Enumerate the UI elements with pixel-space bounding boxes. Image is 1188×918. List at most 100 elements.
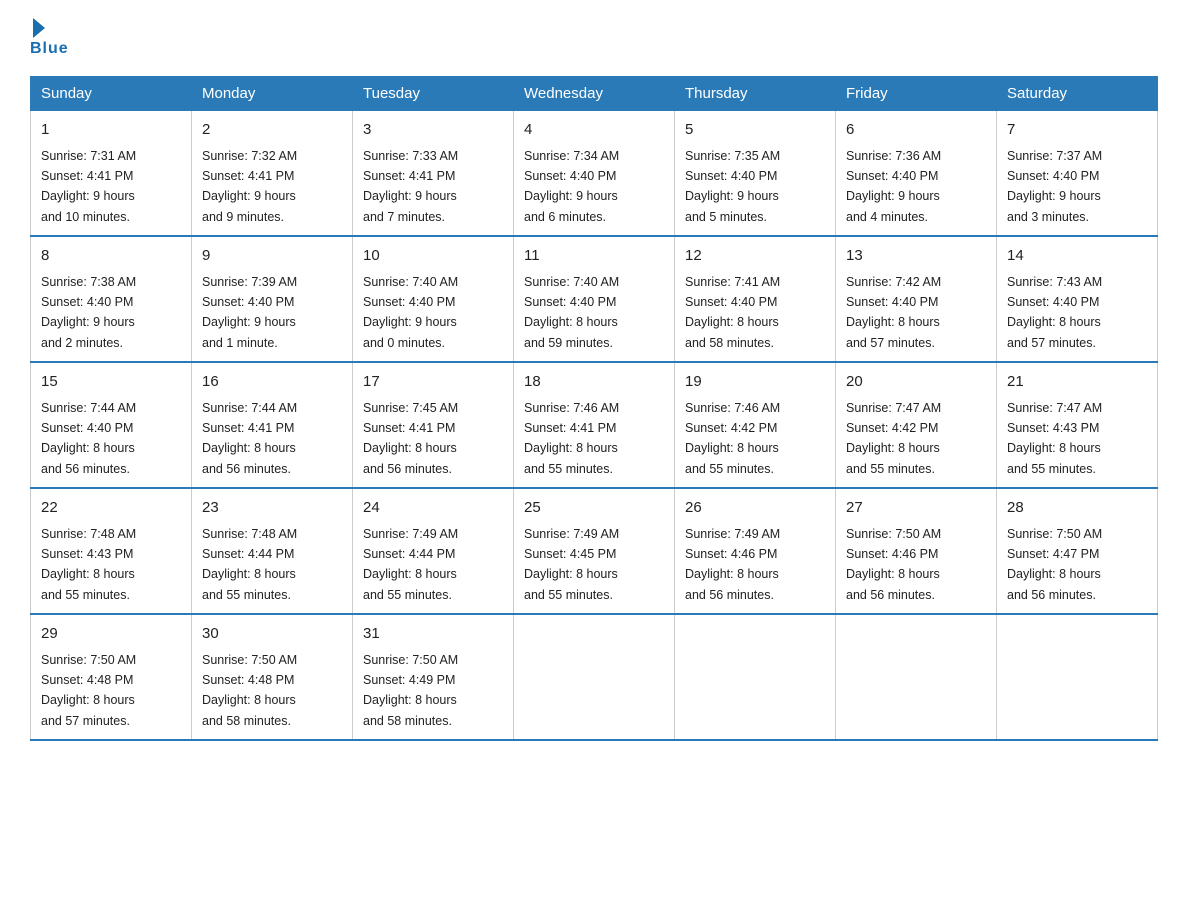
calendar-cell: 3 Sunrise: 7:33 AMSunset: 4:41 PMDayligh… [353, 111, 514, 237]
logo: Blue [30, 20, 69, 58]
day-info: Sunrise: 7:50 AMSunset: 4:47 PMDaylight:… [1007, 527, 1102, 602]
day-info: Sunrise: 7:41 AMSunset: 4:40 PMDaylight:… [685, 275, 780, 350]
weekday-header-wednesday: Wednesday [514, 77, 675, 111]
calendar-cell [836, 614, 997, 740]
day-number: 17 [363, 371, 503, 394]
day-number: 13 [846, 245, 986, 268]
calendar-cell: 21 Sunrise: 7:47 AMSunset: 4:43 PMDaylig… [997, 362, 1158, 488]
day-number: 24 [363, 497, 503, 520]
calendar-cell: 26 Sunrise: 7:49 AMSunset: 4:46 PMDaylig… [675, 488, 836, 614]
week-row-3: 15 Sunrise: 7:44 AMSunset: 4:40 PMDaylig… [31, 362, 1158, 488]
day-info: Sunrise: 7:38 AMSunset: 4:40 PMDaylight:… [41, 275, 136, 350]
page-header: Blue [30, 20, 1158, 58]
calendar-cell: 6 Sunrise: 7:36 AMSunset: 4:40 PMDayligh… [836, 111, 997, 237]
day-number: 5 [685, 119, 825, 142]
day-number: 10 [363, 245, 503, 268]
calendar-cell: 7 Sunrise: 7:37 AMSunset: 4:40 PMDayligh… [997, 111, 1158, 237]
calendar-cell: 14 Sunrise: 7:43 AMSunset: 4:40 PMDaylig… [997, 236, 1158, 362]
calendar-cell: 23 Sunrise: 7:48 AMSunset: 4:44 PMDaylig… [192, 488, 353, 614]
day-number: 19 [685, 371, 825, 394]
logo-text [30, 20, 45, 38]
day-info: Sunrise: 7:46 AMSunset: 4:41 PMDaylight:… [524, 401, 619, 476]
day-info: Sunrise: 7:49 AMSunset: 4:46 PMDaylight:… [685, 527, 780, 602]
day-info: Sunrise: 7:33 AMSunset: 4:41 PMDaylight:… [363, 149, 458, 224]
calendar-cell: 4 Sunrise: 7:34 AMSunset: 4:40 PMDayligh… [514, 111, 675, 237]
weekday-header-monday: Monday [192, 77, 353, 111]
day-info: Sunrise: 7:48 AMSunset: 4:43 PMDaylight:… [41, 527, 136, 602]
calendar-cell: 13 Sunrise: 7:42 AMSunset: 4:40 PMDaylig… [836, 236, 997, 362]
calendar-cell: 18 Sunrise: 7:46 AMSunset: 4:41 PMDaylig… [514, 362, 675, 488]
day-info: Sunrise: 7:44 AMSunset: 4:41 PMDaylight:… [202, 401, 297, 476]
day-number: 21 [1007, 371, 1147, 394]
day-info: Sunrise: 7:34 AMSunset: 4:40 PMDaylight:… [524, 149, 619, 224]
day-number: 7 [1007, 119, 1147, 142]
day-info: Sunrise: 7:47 AMSunset: 4:43 PMDaylight:… [1007, 401, 1102, 476]
day-info: Sunrise: 7:31 AMSunset: 4:41 PMDaylight:… [41, 149, 136, 224]
calendar-cell: 9 Sunrise: 7:39 AMSunset: 4:40 PMDayligh… [192, 236, 353, 362]
calendar-cell: 20 Sunrise: 7:47 AMSunset: 4:42 PMDaylig… [836, 362, 997, 488]
day-info: Sunrise: 7:46 AMSunset: 4:42 PMDaylight:… [685, 401, 780, 476]
day-info: Sunrise: 7:37 AMSunset: 4:40 PMDaylight:… [1007, 149, 1102, 224]
day-info: Sunrise: 7:39 AMSunset: 4:40 PMDaylight:… [202, 275, 297, 350]
day-info: Sunrise: 7:49 AMSunset: 4:45 PMDaylight:… [524, 527, 619, 602]
day-number: 15 [41, 371, 181, 394]
day-info: Sunrise: 7:50 AMSunset: 4:49 PMDaylight:… [363, 653, 458, 728]
day-number: 2 [202, 119, 342, 142]
calendar-table: SundayMondayTuesdayWednesdayThursdayFrid… [30, 76, 1158, 741]
calendar-cell: 10 Sunrise: 7:40 AMSunset: 4:40 PMDaylig… [353, 236, 514, 362]
weekday-header-sunday: Sunday [31, 77, 192, 111]
day-number: 3 [363, 119, 503, 142]
weekday-header-thursday: Thursday [675, 77, 836, 111]
day-number: 20 [846, 371, 986, 394]
calendar-cell: 22 Sunrise: 7:48 AMSunset: 4:43 PMDaylig… [31, 488, 192, 614]
day-number: 26 [685, 497, 825, 520]
day-number: 4 [524, 119, 664, 142]
day-info: Sunrise: 7:42 AMSunset: 4:40 PMDaylight:… [846, 275, 941, 350]
calendar-cell: 16 Sunrise: 7:44 AMSunset: 4:41 PMDaylig… [192, 362, 353, 488]
calendar-body: 1 Sunrise: 7:31 AMSunset: 4:41 PMDayligh… [31, 111, 1158, 741]
calendar-cell: 5 Sunrise: 7:35 AMSunset: 4:40 PMDayligh… [675, 111, 836, 237]
logo-underline: Blue [30, 40, 69, 58]
day-number: 12 [685, 245, 825, 268]
calendar-cell: 29 Sunrise: 7:50 AMSunset: 4:48 PMDaylig… [31, 614, 192, 740]
calendar-cell: 24 Sunrise: 7:49 AMSunset: 4:44 PMDaylig… [353, 488, 514, 614]
day-number: 11 [524, 245, 664, 268]
day-number: 23 [202, 497, 342, 520]
day-info: Sunrise: 7:47 AMSunset: 4:42 PMDaylight:… [846, 401, 941, 476]
day-number: 8 [41, 245, 181, 268]
calendar-cell: 30 Sunrise: 7:50 AMSunset: 4:48 PMDaylig… [192, 614, 353, 740]
calendar-cell: 28 Sunrise: 7:50 AMSunset: 4:47 PMDaylig… [997, 488, 1158, 614]
day-info: Sunrise: 7:48 AMSunset: 4:44 PMDaylight:… [202, 527, 297, 602]
calendar-cell [675, 614, 836, 740]
day-info: Sunrise: 7:45 AMSunset: 4:41 PMDaylight:… [363, 401, 458, 476]
calendar-cell: 2 Sunrise: 7:32 AMSunset: 4:41 PMDayligh… [192, 111, 353, 237]
day-number: 25 [524, 497, 664, 520]
day-number: 31 [363, 623, 503, 646]
calendar-cell: 17 Sunrise: 7:45 AMSunset: 4:41 PMDaylig… [353, 362, 514, 488]
day-number: 18 [524, 371, 664, 394]
day-info: Sunrise: 7:50 AMSunset: 4:46 PMDaylight:… [846, 527, 941, 602]
day-number: 22 [41, 497, 181, 520]
calendar-cell: 15 Sunrise: 7:44 AMSunset: 4:40 PMDaylig… [31, 362, 192, 488]
week-row-4: 22 Sunrise: 7:48 AMSunset: 4:43 PMDaylig… [31, 488, 1158, 614]
day-number: 6 [846, 119, 986, 142]
logo-arrow-icon [33, 18, 45, 38]
day-number: 28 [1007, 497, 1147, 520]
day-info: Sunrise: 7:40 AMSunset: 4:40 PMDaylight:… [524, 275, 619, 350]
week-row-5: 29 Sunrise: 7:50 AMSunset: 4:48 PMDaylig… [31, 614, 1158, 740]
day-number: 27 [846, 497, 986, 520]
calendar-header: SundayMondayTuesdayWednesdayThursdayFrid… [31, 77, 1158, 111]
day-info: Sunrise: 7:36 AMSunset: 4:40 PMDaylight:… [846, 149, 941, 224]
day-number: 16 [202, 371, 342, 394]
calendar-cell: 31 Sunrise: 7:50 AMSunset: 4:49 PMDaylig… [353, 614, 514, 740]
day-info: Sunrise: 7:43 AMSunset: 4:40 PMDaylight:… [1007, 275, 1102, 350]
day-info: Sunrise: 7:49 AMSunset: 4:44 PMDaylight:… [363, 527, 458, 602]
day-number: 29 [41, 623, 181, 646]
day-number: 1 [41, 119, 181, 142]
day-info: Sunrise: 7:44 AMSunset: 4:40 PMDaylight:… [41, 401, 136, 476]
day-info: Sunrise: 7:35 AMSunset: 4:40 PMDaylight:… [685, 149, 780, 224]
calendar-cell [997, 614, 1158, 740]
weekday-header-saturday: Saturday [997, 77, 1158, 111]
calendar-cell: 1 Sunrise: 7:31 AMSunset: 4:41 PMDayligh… [31, 111, 192, 237]
day-number: 14 [1007, 245, 1147, 268]
